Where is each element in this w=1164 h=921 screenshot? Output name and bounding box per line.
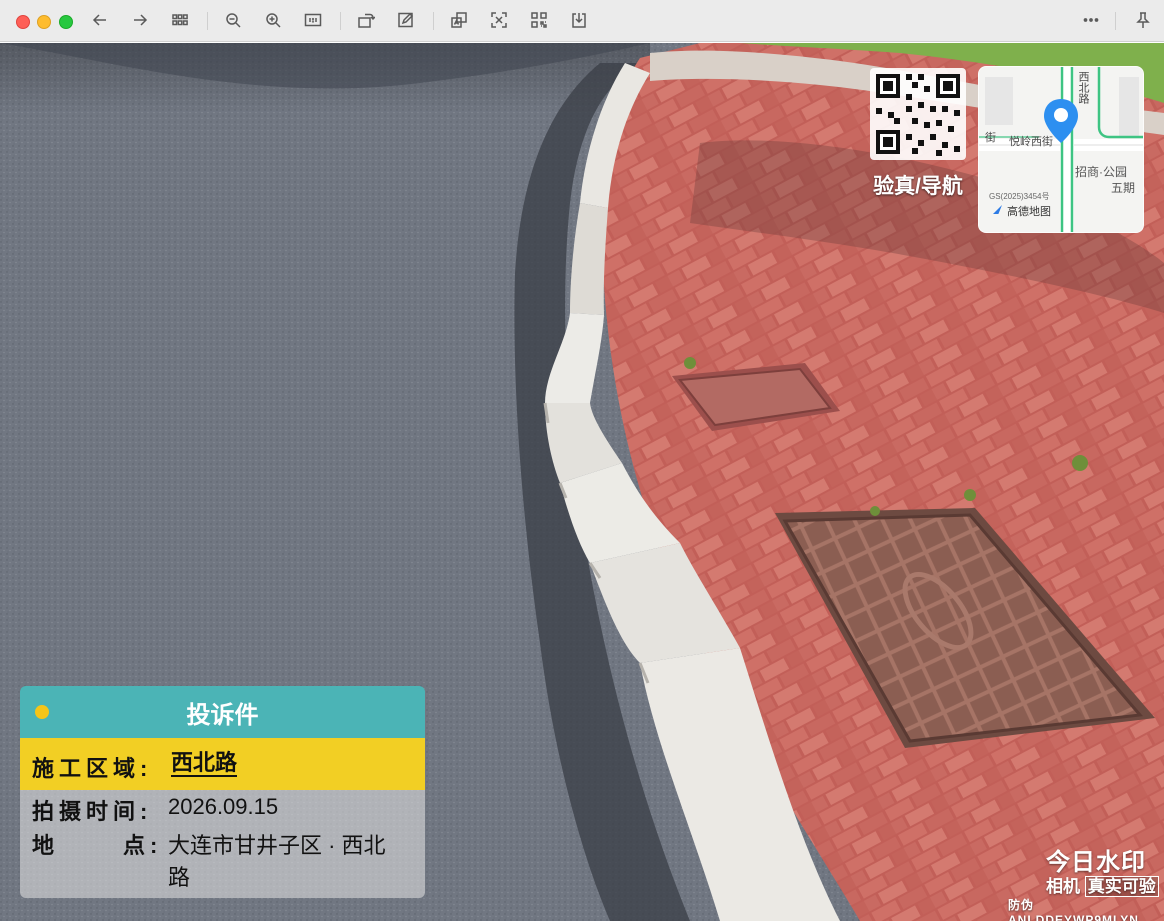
text-recognition-icon[interactable] <box>487 9 511 31</box>
place-label-2: 点: <box>123 833 163 858</box>
edit-icon[interactable] <box>394 9 418 31</box>
map-provider: 高德地图 <box>1007 206 1051 218</box>
zoom-in-icon[interactable] <box>261 9 285 31</box>
back-icon[interactable] <box>88 9 112 31</box>
watermark-title: 投诉件 <box>186 701 259 729</box>
watermark-details: 拍摄时间: 2026.09.15 地 点: 大连市甘井子区 · 西北 路 <box>20 790 425 898</box>
qr-code-icon[interactable] <box>527 9 551 31</box>
actual-size-icon[interactable] <box>301 9 325 31</box>
map-license: GS(2025)3454号 <box>989 192 1050 201</box>
toolbar-divider <box>207 12 208 30</box>
grid-icon[interactable] <box>168 9 192 31</box>
map-street-left: 街 <box>985 132 996 144</box>
brand-tagline: 相机 真实可验 <box>1046 872 1159 897</box>
area-value: 西北路 <box>171 750 238 777</box>
qr-caption: 验真/导航 <box>873 175 963 198</box>
toolbar-divider <box>433 12 434 30</box>
pin-icon[interactable] <box>1131 9 1155 31</box>
zoom-out-icon[interactable] <box>221 9 245 31</box>
map-thumbnail[interactable]: 街 悦岭西街 西北路 招商·公园 五期 GS(2025)3454号 高德地图 <box>978 66 1144 233</box>
place-value-line1: 大连市甘井子区 · 西北 <box>168 833 386 858</box>
save-icon[interactable] <box>567 9 591 31</box>
toolbar <box>0 0 1164 42</box>
minimize-window-button[interactable] <box>37 15 51 29</box>
qr-code-icon <box>876 74 960 156</box>
toolbar-divider <box>340 12 341 30</box>
image-viewer-window: 验真/导航 街 悦岭西街 西北路 招商·公园 五期 GS(2025)3454号 … <box>0 0 1164 921</box>
brand-tagline-b: 真实可验 <box>1084 876 1159 897</box>
more-icon[interactable] <box>1079 9 1103 31</box>
location-pin-icon <box>1044 99 1078 143</box>
time-label: 拍摄时间: <box>32 799 153 824</box>
watermark-card: 投诉件 施工区域: 西北路 拍摄时间: 2026.09.15 地 点: 大连市甘… <box>20 686 425 898</box>
map-roads <box>979 67 1143 232</box>
anti-fake-code: 防伪 ANLDDEYWP9MLYN <box>1008 898 1139 921</box>
close-window-button[interactable] <box>16 15 30 29</box>
place-value-line2: 路 <box>168 865 191 890</box>
fullscreen-window-button[interactable] <box>59 15 73 29</box>
rotate-icon[interactable] <box>354 9 378 31</box>
place-label-1: 地 <box>32 833 60 858</box>
watermark-header: 投诉件 <box>20 686 425 738</box>
brand-tagline-a: 相机 <box>1046 877 1080 896</box>
map-poi-line2: 五期 <box>1111 181 1136 195</box>
translate-icon[interactable] <box>447 9 471 31</box>
qr-code-image[interactable] <box>870 68 966 160</box>
time-value: 2026.09.15 <box>168 794 279 819</box>
map-poi-line1: 招商·公园 <box>1075 165 1127 179</box>
construction-area-row: 施工区域: 西北路 <box>20 738 425 790</box>
status-dot <box>35 705 49 719</box>
area-label: 施工区域: <box>32 756 153 781</box>
toolbar-divider <box>1115 12 1116 30</box>
forward-icon[interactable] <box>128 9 152 31</box>
